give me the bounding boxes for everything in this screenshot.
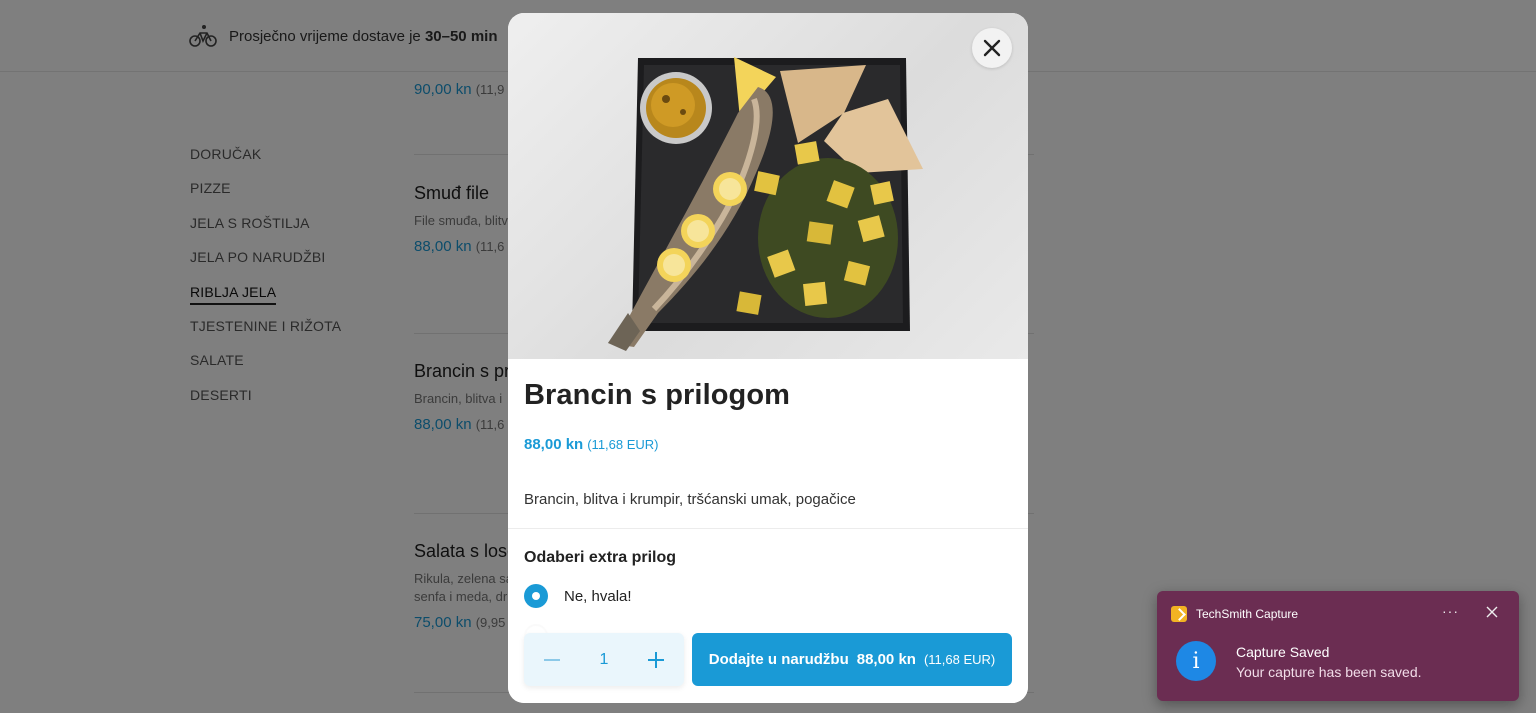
product-price: 88,00 kn (11,68 EUR)	[524, 436, 659, 453]
close-icon	[983, 39, 1001, 57]
toast-message: Your capture has been saved.	[1236, 664, 1422, 680]
increase-button[interactable]	[644, 648, 668, 672]
add-button-price-eur: (11,68 EUR)	[923, 652, 996, 667]
info-icon: i	[1176, 641, 1216, 681]
product-title: Brancin s prilogom	[524, 379, 791, 411]
modal-divider	[508, 528, 1028, 529]
add-button-label: Dodajte u narudžbu	[708, 651, 849, 668]
extra-option-no-thanks[interactable]: Ne, hvala!	[524, 584, 632, 608]
toast-app-name: TechSmith Capture	[1196, 607, 1299, 621]
close-button[interactable]	[972, 28, 1012, 68]
add-to-order-button[interactable]: Dodajte u narudžbu 88,00 kn (11,68 EUR)	[692, 633, 1012, 686]
decrease-button[interactable]	[540, 648, 564, 672]
dish-illustration	[608, 57, 923, 351]
techsmith-capture-icon	[1171, 606, 1187, 622]
quantity-value: 1	[599, 650, 609, 668]
close-icon	[1486, 606, 1498, 618]
radio-selected[interactable]	[524, 584, 548, 608]
product-modal: Brancin s prilogom 88,00 kn (11,68 EUR) B…	[508, 13, 1028, 703]
product-description: Brancin, blitva i krumpir, tršćanski uma…	[524, 491, 856, 508]
minus-icon	[544, 658, 560, 661]
extra-option-label: Ne, hvala!	[564, 587, 632, 605]
toast-title: Capture Saved	[1236, 644, 1330, 660]
add-button-price: 88,00 kn	[856, 651, 916, 668]
toast-app-header: TechSmith Capture	[1171, 606, 1298, 622]
toast-close-button[interactable]	[1486, 605, 1500, 619]
quantity-stepper: 1	[524, 633, 684, 686]
plus-icon	[648, 651, 664, 668]
product-image	[508, 13, 1028, 359]
extras-heading: Odaberi extra prilog	[524, 549, 677, 566]
capture-toast[interactable]: TechSmith Capture ··· i Capture Saved Yo…	[1157, 591, 1519, 701]
more-options-button[interactable]: ···	[1442, 603, 1459, 619]
